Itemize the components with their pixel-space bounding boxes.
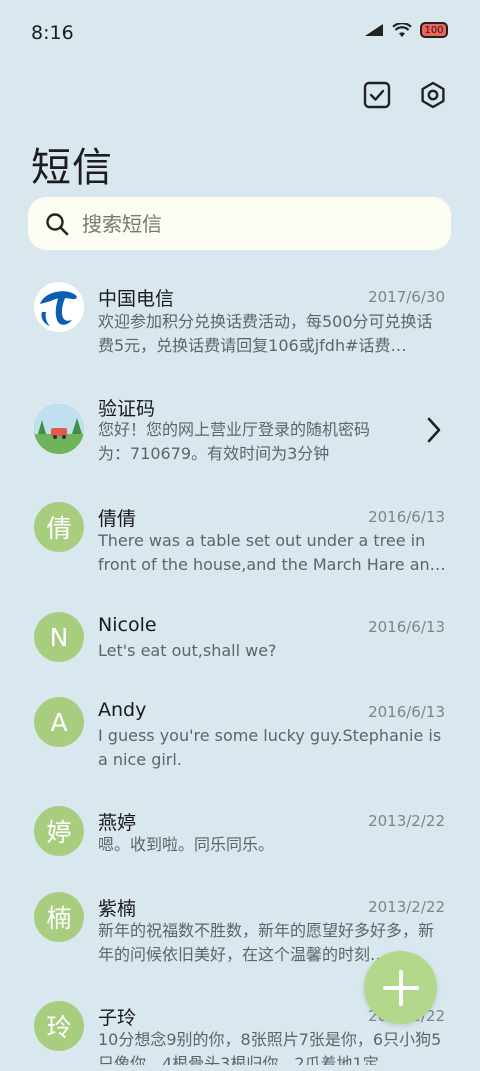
gear-icon (421, 81, 445, 109)
message-preview: 欢迎参加积分兑换话费活动，每500分可兑换话费5元，兑换话费请回复106或jfd… (98, 312, 433, 355)
contact-name: Nicole (98, 614, 157, 636)
list-item[interactable]: 倩 倩倩 2016/6/13 There was a table set out… (0, 502, 480, 592)
contact-name: Andy (98, 699, 147, 721)
contact-name: 紫楠 (98, 898, 137, 920)
top-actions (360, 78, 450, 112)
select-button[interactable] (360, 78, 394, 112)
message-date: 2016/6/13 (368, 618, 445, 636)
message-date: 2017/6/30 (368, 288, 445, 306)
avatar: 婷 (34, 806, 84, 856)
avatar (34, 404, 84, 454)
wifi-icon (392, 22, 412, 37)
list-item[interactable]: N Nicole 2016/6/13 Let's eat out,shall w… (0, 612, 480, 682)
contact-name: 燕婷 (98, 812, 137, 834)
chevron-right-icon[interactable] (426, 416, 442, 444)
avatar: N (34, 612, 84, 662)
message-date: 2013/2/22 (368, 812, 445, 830)
contact-name: 子玲 (98, 1007, 137, 1029)
list-item[interactable]: 中国电信 2017/6/30 欢迎参加积分兑换话费活动，每500分可兑换话费5元… (0, 280, 480, 380)
status-bar: 8:16 100 (0, 0, 480, 68)
message-date: 2013/2/22 (368, 898, 445, 916)
search-input[interactable] (80, 210, 384, 237)
message-date: 2016/6/13 (368, 703, 445, 721)
status-time: 8:16 (31, 22, 74, 44)
new-message-button[interactable] (364, 951, 437, 1024)
search-icon (46, 212, 69, 235)
message-preview: There was a table set out under a tree i… (98, 531, 446, 574)
contact-name: 验证码 (98, 398, 156, 420)
list-item[interactable]: 验证码 您好！您的网上营业厅登录的随机密码为：710679。有效时间为3分钟 (0, 392, 480, 482)
settings-button[interactable] (416, 78, 450, 112)
status-icons: 100 (364, 22, 448, 38)
battery-icon: 100 (420, 22, 448, 38)
avatar (34, 282, 84, 332)
avatar: A (34, 697, 84, 747)
page-title: 短信 (31, 145, 113, 191)
telecom-logo-icon (35, 283, 83, 331)
message-preview: 10分想念9别的你，8张照片7张是你，6只小狗5只像你，4根骨头3根归你，2爪着… (98, 1030, 442, 1065)
message-preview: 嗯。收到啦。同乐同乐。 (98, 835, 275, 854)
avatar: 楠 (34, 892, 84, 942)
plus-icon (382, 969, 419, 1006)
avatar: 玲 (34, 1001, 84, 1051)
list-item[interactable]: 婷 燕婷 2013/2/22 嗯。收到啦。同乐同乐。 (0, 806, 480, 876)
message-preview: I guess you're some lucky guy.Stephanie … (98, 726, 442, 769)
signal-icon (365, 24, 383, 36)
message-date: 2016/6/13 (368, 508, 445, 526)
contact-name: 中国电信 (98, 288, 175, 310)
landscape-avatar-icon (34, 404, 84, 454)
checkbox-icon (363, 81, 391, 109)
list-item[interactable]: A Andy 2016/6/13 I guess you're some luc… (0, 697, 480, 787)
avatar: 倩 (34, 502, 84, 552)
message-preview: 您好！您的网上营业厅登录的随机密码为：710679。有效时间为3分钟 (98, 420, 371, 463)
search-bar[interactable] (28, 197, 451, 250)
contact-name: 倩倩 (98, 508, 137, 530)
message-preview: Let's eat out,shall we? (98, 641, 277, 660)
